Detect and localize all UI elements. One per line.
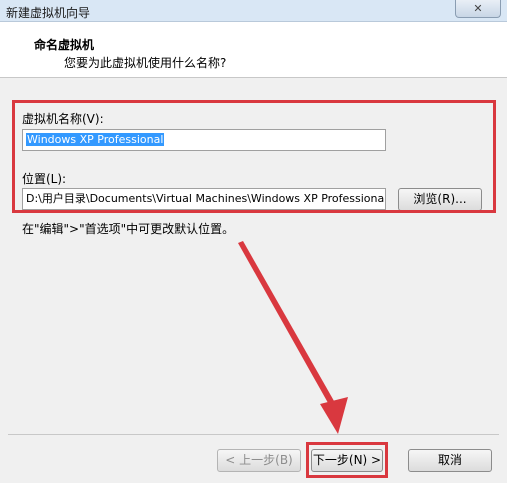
next-button[interactable]: 下一步(N) > — [311, 449, 383, 472]
annotation-arrow — [238, 241, 348, 434]
back-button[interactable]: < 上一步(B) — [217, 449, 301, 472]
arrow-head — [320, 397, 348, 434]
cancel-button[interactable]: 取消 — [408, 449, 492, 472]
wizard-window: 新建虚拟机向导 ✕ 命名虚拟机 您要为此虚拟机使用什么名称? 虚拟机名称(V):… — [0, 0, 507, 483]
footer-separator — [8, 434, 499, 435]
arrow-shaft — [238, 241, 338, 410]
